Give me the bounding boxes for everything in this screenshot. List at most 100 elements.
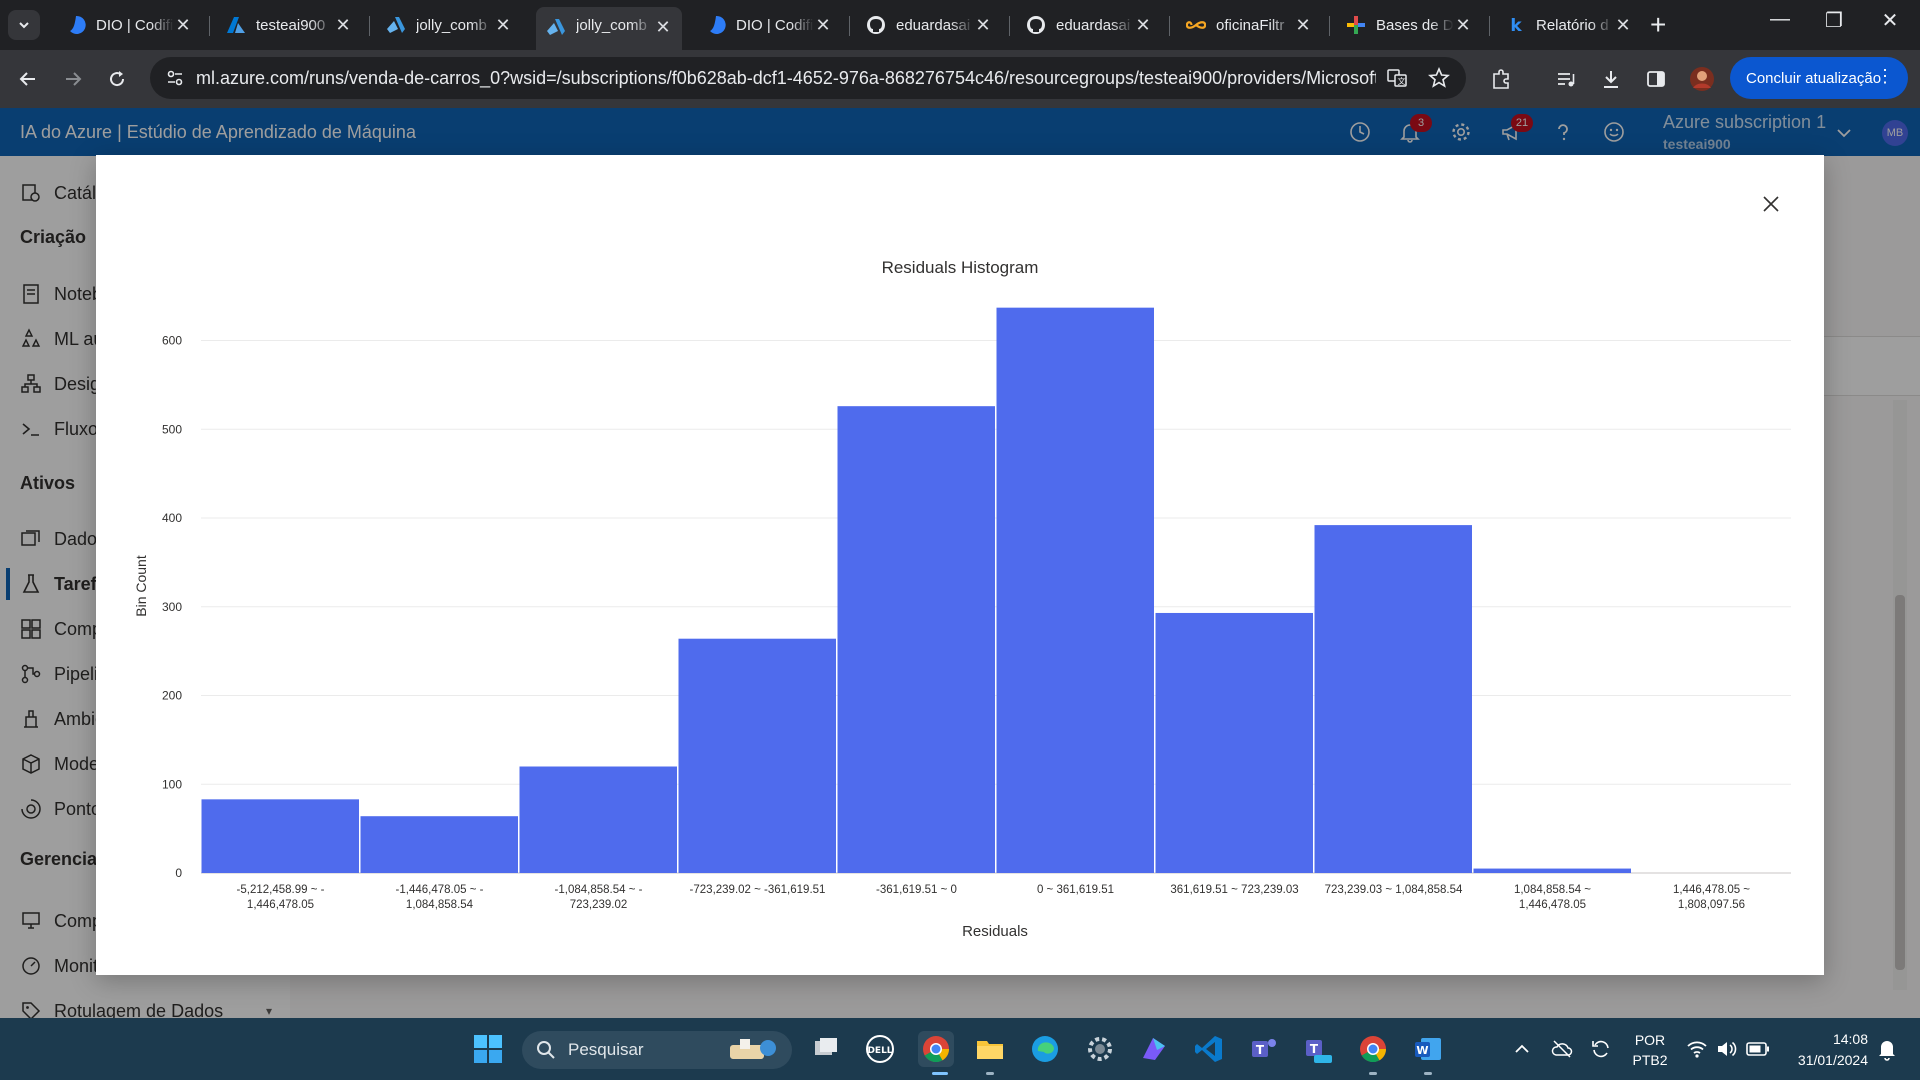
settings-app-button[interactable]: [1082, 1031, 1118, 1067]
chrome-profile-button[interactable]: [1355, 1031, 1391, 1067]
vscode-icon: [1195, 1036, 1222, 1062]
keyboard-layout[interactable]: PTB2: [1632, 1052, 1668, 1068]
teams-new-button[interactable]: T: [1300, 1031, 1336, 1067]
back-button[interactable]: [14, 65, 42, 93]
histogram-bar[interactable]: [678, 638, 837, 873]
close-tab-icon[interactable]: ✕: [814, 15, 832, 36]
close-dialog-button[interactable]: [1756, 189, 1786, 219]
start-button[interactable]: [470, 1031, 506, 1067]
word-button[interactable]: W: [1410, 1031, 1446, 1067]
close-window-button[interactable]: ✕: [1870, 8, 1910, 33]
close-tab-icon[interactable]: ✕: [334, 15, 352, 36]
complete-update-button[interactable]: Concluir atualização ⋮: [1730, 57, 1908, 99]
browser-tab-title: eduardasai: [896, 16, 971, 34]
y-tick-label: 400: [162, 511, 182, 525]
github-icon: [1026, 15, 1046, 35]
close-tab-icon[interactable]: ✕: [494, 15, 512, 36]
dio-icon: [66, 15, 86, 35]
close-tab-icon[interactable]: ✕: [1614, 15, 1632, 36]
chrome-taskbar-button[interactable]: [918, 1031, 954, 1067]
y-tick-label: 500: [162, 422, 182, 436]
chart-bars: [201, 307, 1632, 874]
download-icon: [1604, 71, 1618, 88]
histogram-bar[interactable]: [1473, 868, 1632, 873]
histogram-bar[interactable]: [360, 816, 519, 873]
browser-tab[interactable]: testeai900 ✕: [216, 7, 362, 43]
address-bar[interactable]: ml.azure.com/runs/venda-de-carros_0?wsid…: [150, 57, 1466, 99]
x-tick-label: -5,212,458.99 ~ -1,446,478.05: [237, 884, 325, 911]
browser-tab[interactable]: Bases de D ✕: [1336, 7, 1482, 43]
battery-icon[interactable]: [1746, 1041, 1770, 1057]
media-control-button[interactable]: [1552, 65, 1580, 93]
close-tab-icon[interactable]: ✕: [1134, 15, 1152, 36]
infinity-icon: [1186, 15, 1206, 35]
histogram-bar[interactable]: [1314, 525, 1473, 873]
browser-toolbar: ml.azure.com/runs/venda-de-carros_0?wsid…: [0, 50, 1920, 108]
translate-icon[interactable]: 文: [1386, 67, 1408, 89]
cloud-offline-icon[interactable]: [1551, 1038, 1573, 1060]
github-icon: [866, 15, 886, 35]
browser-tab[interactable]: jolly_comb ✕: [376, 7, 522, 43]
browser-tab-title: DIO | Codifi: [736, 16, 814, 34]
browser-tab[interactable]: eduardasai ✕: [1016, 7, 1162, 43]
edge-button[interactable]: [1027, 1031, 1063, 1067]
browser-tab[interactable]: eduardasai ✕: [856, 7, 1002, 43]
tab-search-button[interactable]: [8, 10, 40, 40]
task-view-button[interactable]: [808, 1031, 844, 1067]
word-running-indicator: [1424, 1072, 1432, 1075]
teams-button[interactable]: T: [1246, 1031, 1282, 1067]
file-explorer-button[interactable]: [972, 1031, 1008, 1067]
chevron-up-icon[interactable]: [1513, 1041, 1531, 1057]
histogram-bar[interactable]: [996, 307, 1155, 874]
wifi-icon[interactable]: [1686, 1039, 1708, 1059]
clock-time[interactable]: 14:08: [1780, 1031, 1868, 1047]
teams-new-icon: T: [1306, 1040, 1332, 1063]
x-tick-label: 723,239.03 ~ 1,084,858.54: [1325, 884, 1463, 896]
restore-button[interactable]: ❐: [1814, 8, 1854, 33]
minimize-button[interactable]: —: [1760, 8, 1800, 31]
folder-icon: [977, 1041, 1003, 1059]
svg-text:文: 文: [1398, 76, 1406, 86]
site-settings-icon[interactable]: [166, 69, 184, 87]
browser-tab[interactable]: jolly_comb ✕: [536, 7, 682, 50]
browser-tab-title: jolly_comb: [416, 16, 487, 34]
profile-button[interactable]: [1688, 65, 1716, 93]
side-panel-button[interactable]: [1642, 65, 1670, 93]
y-tick-label: 200: [162, 689, 182, 703]
svg-text:T: T: [1256, 1043, 1265, 1057]
downloads-button[interactable]: [1597, 65, 1625, 93]
notification-bell-icon[interactable]: [1876, 1037, 1898, 1061]
vscode-button[interactable]: [1191, 1031, 1227, 1067]
more-vertical-icon[interactable]: ⋮: [1876, 66, 1894, 87]
windows-logo-icon: [474, 1035, 502, 1063]
close-tab-icon[interactable]: ✕: [654, 17, 672, 38]
close-tab-icon[interactable]: ✕: [974, 15, 992, 36]
close-tab-icon[interactable]: ✕: [1454, 15, 1472, 36]
clock-date[interactable]: 31/01/2024: [1780, 1052, 1868, 1068]
histogram-bar[interactable]: [1155, 612, 1314, 873]
histogram-bar[interactable]: [201, 799, 360, 873]
sync-icon[interactable]: [1590, 1038, 1612, 1060]
histogram-bar[interactable]: [519, 766, 678, 874]
new-tab-button[interactable]: +: [1650, 10, 1666, 40]
browser-tab[interactable]: k Relatório d ✕: [1496, 7, 1642, 43]
reload-button[interactable]: [103, 65, 131, 93]
extensions-button[interactable]: [1487, 65, 1515, 93]
volume-icon[interactable]: [1716, 1039, 1738, 1059]
browser-tab-title: eduardasai: [1056, 16, 1131, 34]
browser-tab[interactable]: oficinaFiltr ✕: [1176, 7, 1322, 43]
chart-title: Residuals Histogram: [882, 258, 1039, 277]
bookmark-star-icon[interactable]: [1428, 67, 1450, 89]
taskbar-search[interactable]: Pesquisar: [522, 1031, 792, 1069]
windows-taskbar: Pesquisar DELL T T W POR PTB2 14:08 31/0…: [0, 1018, 1920, 1080]
close-tab-icon[interactable]: ✕: [174, 15, 192, 36]
language-indicator[interactable]: POR: [1632, 1032, 1668, 1048]
browser-tab[interactable]: DIO | Codifi ✕: [56, 7, 202, 43]
forward-button[interactable]: [59, 65, 87, 93]
histogram-bar[interactable]: [837, 406, 996, 873]
explorer-running-indicator: [986, 1072, 994, 1075]
close-tab-icon[interactable]: ✕: [1294, 15, 1312, 36]
copilot-button[interactable]: [1136, 1031, 1172, 1067]
dell-app-button[interactable]: DELL: [862, 1031, 898, 1067]
browser-tab[interactable]: DIO | Codifi ✕: [696, 7, 842, 43]
